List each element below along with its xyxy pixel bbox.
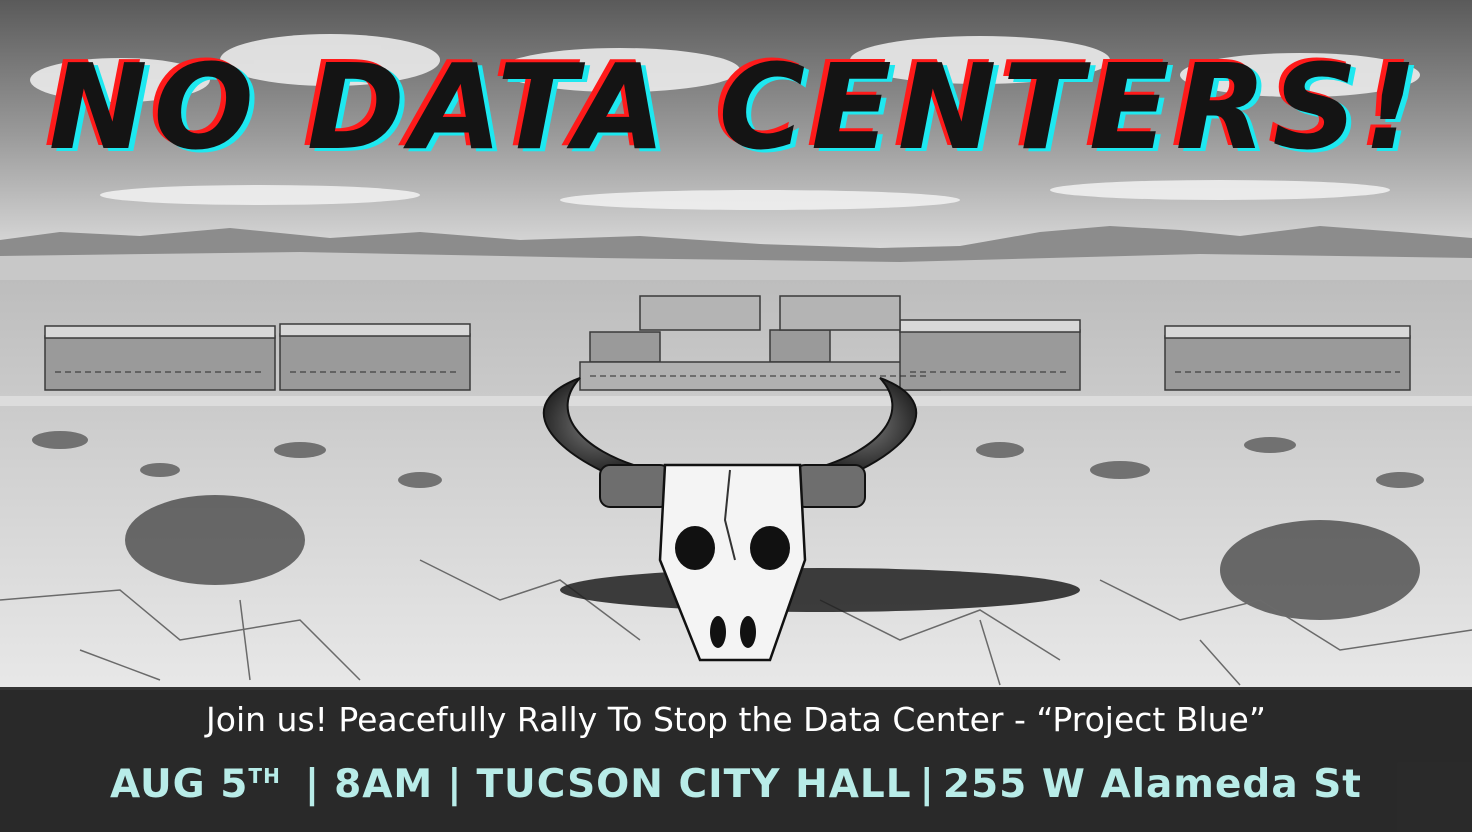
rally-tagline: Join us! Peacefully Rally To Stop the Da… (206, 700, 1266, 739)
skull-shadow (560, 568, 1080, 612)
separator: | (304, 762, 321, 807)
separator: | (447, 762, 463, 807)
event-address: 255 W Alameda St (942, 762, 1362, 807)
separator: | (919, 762, 935, 807)
headline-title: NO DATA CENTERS! (48, 38, 1424, 176)
event-details: AUG 5TH | 8AM | TUCSON CITY HALL | 255 W Alame… (0, 762, 1472, 807)
event-date-suffix: TH (248, 764, 281, 788)
event-venue: TUCSON CITY HALL (476, 762, 912, 807)
event-time: 8AM (334, 762, 434, 807)
event-date: AUG 5 (110, 762, 249, 807)
rally-poster: NO DATA CENTERS! Join us! Peacefully Ral… (0, 0, 1472, 832)
